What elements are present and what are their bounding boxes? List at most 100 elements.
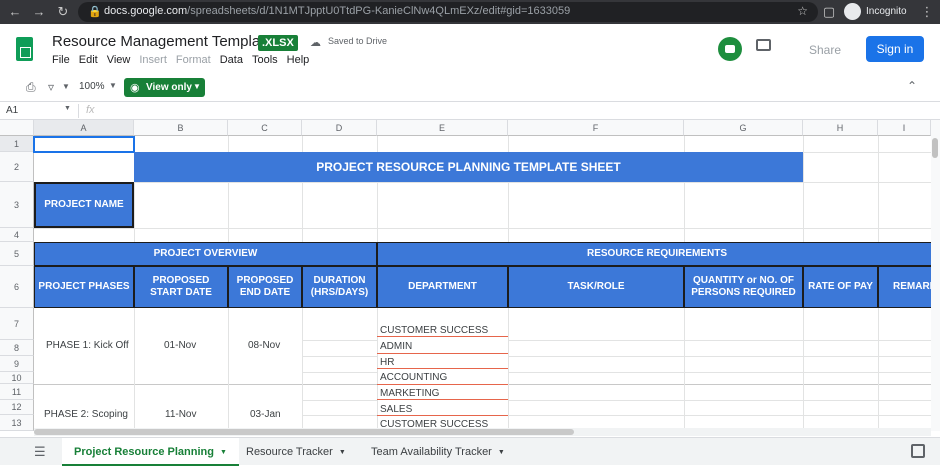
view-only-button[interactable]: ◉ View only ▼ — [124, 78, 205, 97]
sidebar-icon[interactable]: ▢ — [820, 3, 838, 21]
sign-in-button[interactable]: Sign in — [866, 36, 924, 62]
forward-icon[interactable]: → — [30, 3, 48, 21]
fx-icon: fx — [86, 104, 95, 116]
row-header-1[interactable]: 1 — [0, 136, 34, 152]
col-header-e[interactable]: E — [377, 120, 508, 136]
row-header-10[interactable]: 10 — [0, 372, 34, 384]
menu-edit[interactable]: Edit — [79, 54, 98, 68]
col-header-i[interactable]: I — [878, 120, 931, 136]
phase-1-name[interactable]: PHASE 1: Kick Off — [46, 340, 129, 351]
department-cell[interactable]: SALES — [380, 404, 412, 415]
menu-view[interactable]: View — [107, 54, 131, 68]
col-header-h[interactable]: H — [803, 120, 878, 136]
cell-selection[interactable] — [33, 136, 135, 153]
horizontal-scrollbar[interactable] — [34, 428, 931, 436]
row-header-6[interactable]: 6 — [0, 266, 34, 308]
chevron-down-icon[interactable]: ▼ — [339, 449, 346, 456]
chevron-down-icon[interactable]: ▼ — [498, 449, 505, 456]
project-overview-header[interactable]: PROJECT OVERVIEW — [34, 242, 377, 266]
menu-file[interactable]: File — [52, 54, 70, 68]
file-type-badge: .XLSX — [258, 35, 298, 51]
menu-data[interactable]: Data — [220, 54, 243, 68]
address-bar[interactable]: 🔒 docs.google.com/spreadsheets/d/1N1MTJp… — [78, 2, 818, 22]
col-header-f[interactable]: F — [508, 120, 684, 136]
row-header-12[interactable]: 12 — [0, 400, 34, 415]
phase-2-start[interactable]: 11-Nov — [165, 409, 197, 420]
tab-project-resource-planning[interactable]: Project Resource Planning ▼ — [62, 438, 239, 466]
header-task-role[interactable]: TASK/ROLE — [508, 266, 684, 308]
name-box[interactable]: A1 — [6, 105, 18, 116]
spreadsheet-grid[interactable]: A B C D E F G H I 1 2 3 4 5 6 7 8 9 10 1… — [0, 120, 940, 431]
row-header-5[interactable]: 5 — [0, 242, 34, 266]
row-header-9[interactable]: 9 — [0, 356, 34, 372]
col-header-a[interactable]: A — [34, 120, 134, 136]
chevron-up-icon[interactable]: ⌃ — [907, 79, 917, 93]
select-all-corner[interactable] — [0, 120, 34, 136]
reload-icon[interactable]: ↻ — [54, 3, 72, 21]
row-header-8[interactable]: 8 — [0, 340, 34, 356]
col-header-c[interactable]: C — [228, 120, 302, 136]
phase-2-end[interactable]: 03-Jan — [250, 409, 281, 420]
menu-bar: File Edit View Insert Format Data Tools … — [52, 54, 318, 68]
filter-caret-icon[interactable]: ▼ — [62, 82, 70, 91]
explore-icon[interactable] — [911, 444, 925, 458]
phase-1-end[interactable]: 08-Nov — [248, 340, 280, 351]
all-sheets-menu-icon[interactable]: ☰ — [34, 444, 46, 460]
header-remark[interactable]: REMARK — [878, 266, 938, 308]
department-cell[interactable]: HR — [380, 357, 394, 368]
meet-icon[interactable] — [718, 37, 742, 61]
row-header-3[interactable]: 3 — [0, 182, 34, 228]
row-header-4[interactable]: 4 — [0, 228, 34, 242]
col-header-d[interactable]: D — [302, 120, 377, 136]
tab-team-availability-tracker[interactable]: Team Availability Tracker ▼ — [361, 438, 515, 466]
header-end-date[interactable]: PROPOSED END DATE — [228, 266, 302, 308]
gridline — [302, 372, 377, 373]
row-header-7[interactable]: 7 — [0, 308, 34, 340]
phase-2-name[interactable]: PHASE 2: Scoping — [44, 409, 128, 420]
share-button[interactable]: Share — [790, 36, 860, 64]
vertical-scrollbar[interactable] — [931, 120, 940, 431]
department-cell[interactable]: MARKETING — [380, 388, 439, 399]
header-start-date[interactable]: PROPOSED START DATE — [134, 266, 228, 308]
sheet-title-cell[interactable]: PROJECT RESOURCE PLANNING TEMPLATE SHEET — [134, 152, 803, 182]
project-name-label[interactable]: PROJECT NAME — [34, 182, 134, 228]
phase-1-start[interactable]: 01-Nov — [164, 340, 196, 351]
print-icon[interactable]: ⎙ — [26, 80, 36, 95]
department-underline — [377, 353, 508, 354]
menu-help[interactable]: Help — [287, 54, 310, 68]
eye-icon: ◉ — [130, 82, 140, 94]
header-rate-of-pay[interactable]: RATE OF PAY — [803, 266, 878, 308]
zoom-select[interactable]: 100% — [79, 81, 105, 92]
department-underline — [377, 415, 508, 416]
department-cell[interactable]: CUSTOMER SUCCESS — [380, 325, 488, 336]
row-header-2[interactable]: 2 — [0, 152, 34, 182]
name-box-caret-icon[interactable]: ▼ — [64, 105, 71, 112]
url-text: docs.google.com/spreadsheets/d/1N1MTJppt… — [104, 5, 571, 17]
tab-resource-tracker[interactable]: Resource Tracker ▼ — [236, 438, 356, 466]
gridline — [508, 356, 931, 357]
header-department[interactable]: DEPARTMENT — [377, 266, 508, 308]
row-header-11[interactable]: 11 — [0, 384, 34, 400]
department-cell[interactable]: ACCOUNTING — [380, 372, 447, 383]
zoom-caret-icon[interactable]: ▼ — [109, 81, 117, 90]
filter-icon[interactable]: ▿ — [48, 80, 54, 94]
header-project-phases[interactable]: PROJECT PHASES — [34, 266, 134, 308]
bookmark-star-icon[interactable]: ☆ — [797, 4, 808, 18]
document-title[interactable]: Resource Management Template — [52, 33, 273, 50]
resource-requirements-header[interactable]: RESOURCE REQUIREMENTS — [377, 242, 937, 266]
col-header-g[interactable]: G — [684, 120, 803, 136]
row-header-13[interactable]: 13 — [0, 415, 34, 431]
header-quantity[interactable]: QUANTITY or NO. OF PERSONS REQUIRED — [684, 266, 803, 308]
back-icon[interactable]: ← — [6, 3, 24, 21]
vertical-scrollbar-thumb[interactable] — [932, 138, 938, 158]
col-header-b[interactable]: B — [134, 120, 228, 136]
gridline — [34, 228, 931, 229]
menu-tools[interactable]: Tools — [252, 54, 278, 68]
sheets-logo-icon[interactable] — [16, 37, 33, 61]
comment-icon[interactable] — [756, 39, 771, 51]
department-cell[interactable]: ADMIN — [380, 341, 412, 352]
header-duration[interactable]: DURATION (HRS/DAYS) — [302, 266, 377, 308]
chevron-down-icon[interactable]: ▼ — [220, 449, 227, 456]
horizontal-scrollbar-thumb[interactable] — [34, 429, 574, 435]
more-menu-icon[interactable]: ⋮ — [918, 3, 936, 21]
